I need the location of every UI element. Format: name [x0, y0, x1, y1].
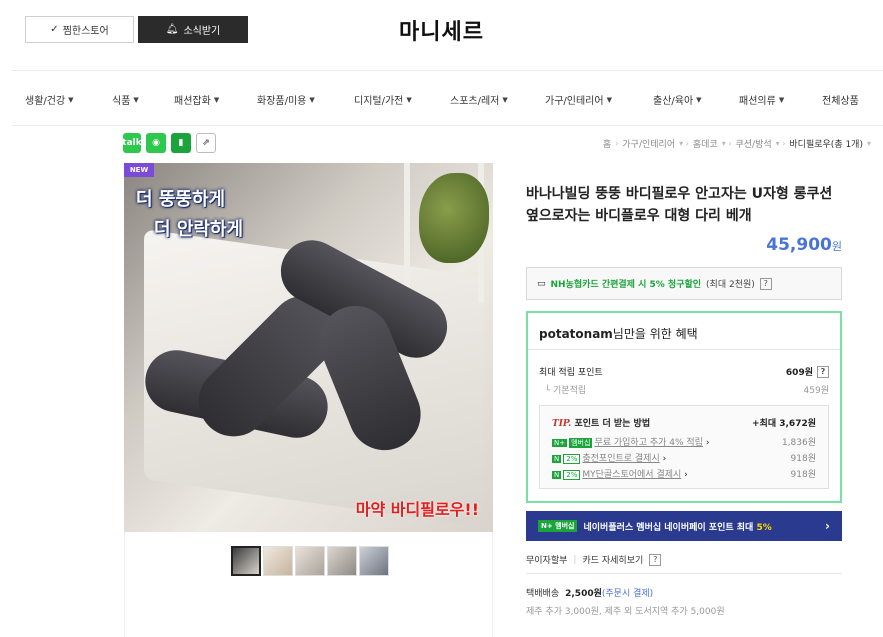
breadcrumb-item[interactable]: 바디필로우(총 1개) — [789, 137, 863, 150]
top-bar: ✓ 찜한스토어 🔔︎ 소식받기 마니세르 — [25, 16, 858, 45]
favorite-store-label: 찜한스토어 — [62, 26, 109, 37]
new-badge: NEW — [124, 163, 154, 177]
naver-plus-banner[interactable]: N+ 멤버십 네이버플러스 멤버십 네이버페이 포인트 최대 5% › — [526, 511, 842, 541]
category-item[interactable]: 전체상품 — [822, 92, 859, 107]
notify-button[interactable]: 🔔︎ 소식받기 — [138, 16, 248, 43]
membership-badge: N+ 멤버십 — [538, 520, 578, 532]
max-point-row: 최대 적립 포인트 609원? — [539, 365, 829, 378]
installment-label: 무이자할부 — [526, 556, 568, 566]
category-nav: 생활/건강 ▼ 식품 ▼ 패션잡화 ▼ 화장품/미용 ▼ 디지털/가전 ▼ 스포츠/레저 ▼… — [12, 70, 883, 126]
thumbnail[interactable] — [295, 546, 325, 576]
ad-text: 더 안락하게 — [154, 219, 244, 240]
category-item[interactable]: 출산/육아 ▼ — [653, 92, 702, 108]
nh-card-discount[interactable]: ▭ NH농협카드 간편결제 시 5% 청구할인 (최대 2천원) ? — [526, 267, 842, 300]
base-point-row: └ 기본적립 459원 — [539, 386, 829, 396]
category-item[interactable]: 디지털/가전 ▼ — [354, 92, 412, 108]
product-main-image[interactable]: NEW 더 뚱뚱하게 더 안락하게 마약 바디필로우!! — [124, 163, 493, 532]
thumbnail[interactable] — [359, 546, 389, 576]
tip-row[interactable]: N 2% 충전포인트로 결제시 › 918원 — [552, 451, 816, 464]
chevron-down-icon: ▼ — [406, 95, 412, 104]
breadcrumb-item[interactable]: 홈데코 — [693, 137, 718, 150]
category-item[interactable]: 패션의류 ▼ — [739, 92, 785, 108]
chevron-down-icon: ▼ — [309, 95, 315, 104]
chevron-down-icon: ▼ — [502, 95, 508, 104]
notify-label: 소식받기 — [183, 26, 221, 37]
category-item[interactable]: 가구/인테리어 ▼ — [545, 92, 612, 108]
help-icon[interactable]: ? — [649, 553, 662, 566]
shipping-extra: 제주 추가 3,000원, 제주 외 도서지역 추가 5,000원 — [526, 607, 725, 617]
thumbnail[interactable] — [327, 546, 357, 576]
favorite-store-button[interactable]: ✓ 찜한스토어 — [25, 16, 134, 43]
talk-icon[interactable]: talk — [122, 133, 142, 153]
benefit-title: potatonam님만을 위한 혜택 — [539, 327, 698, 341]
band-icon[interactable]: ◉ — [146, 133, 166, 153]
chevron-right-icon: › — [825, 519, 830, 533]
npay-text: 네이버플러스 멤버십 네이버페이 포인트 최대 5% — [583, 522, 772, 533]
product-price: 45,900원 — [766, 235, 842, 255]
benefit-box: potatonam님만을 위한 혜택 최대 적립 포인트 609원? └ 기본적… — [526, 311, 842, 503]
breadcrumb-item[interactable]: 홈 — [603, 137, 611, 150]
nh-discount-limit: (최대 2천원) — [706, 280, 755, 290]
plant-graphic — [419, 173, 489, 263]
ad-text: 더 뚱뚱하게 — [136, 189, 226, 210]
chevron-down-icon: ▼ — [696, 95, 702, 104]
card-detail-link[interactable]: 카드 자세히보기 — [582, 553, 643, 566]
product-title: 바나나빌딩 뚱뚱 바디필로우 안고자는 U자형 롱쿠션 옆으로자는 바디플로우 … — [526, 186, 833, 224]
nh-discount-text: NH농협카드 간편결제 시 5% 청구할인 — [550, 280, 702, 290]
category-item[interactable]: 생활/건강 ▼ — [25, 92, 74, 108]
chevron-down-icon: ▼ — [68, 95, 74, 104]
bookmark-icon[interactable]: ▮ — [171, 133, 191, 153]
breadcrumb-item[interactable]: 가구/인테리어 — [622, 137, 675, 150]
card-icon: ▭ — [537, 278, 546, 289]
ad-text: 마약 바디필로우!! — [355, 500, 479, 519]
help-icon[interactable]: ? — [817, 365, 829, 378]
chevron-down-icon: ▼ — [778, 95, 785, 104]
point-tip-box: TIP. 포인트 더 받는 방법 +최대 3,672원 N+ 멤버십 무료 가입하고… — [539, 405, 829, 489]
bell-icon: 🔔︎ — [165, 24, 179, 35]
breadcrumb: 홈 › 가구/인테리어 ▾ › 홈데코 ▾ › 쿠션/방석 ▾ › 바디필로우(총 1개… — [602, 137, 871, 150]
category-item[interactable]: 식품 ▼ — [112, 92, 139, 108]
tip-row[interactable]: N 2% MY단골스토어에서 결제시 › 918원 — [552, 467, 816, 480]
shipping-info: 택배배송 2,500원(주문시 결제) — [526, 589, 654, 599]
breadcrumb-item[interactable]: 쿠션/방석 — [735, 137, 771, 150]
share-icon[interactable]: ⇗ — [196, 133, 216, 153]
chevron-down-icon: ▼ — [606, 95, 612, 104]
tip-header: TIP. 포인트 더 받는 방법 +최대 3,672원 — [552, 419, 816, 429]
category-item[interactable]: 패션잡화 ▼ — [174, 92, 220, 108]
thumbnail[interactable] — [263, 546, 293, 576]
category-item[interactable]: 스포츠/레저 ▼ — [450, 92, 508, 108]
category-item[interactable]: 화장품/미용 ▼ — [257, 92, 315, 108]
check-icon: ✓ — [50, 24, 59, 35]
chevron-down-icon: ▼ — [133, 95, 139, 104]
tip-row[interactable]: N+ 멤버십 무료 가입하고 추가 4% 적립 › 1,836원 — [552, 435, 816, 448]
payment-options: 무이자할부 | 카드 자세히보기 ? — [526, 553, 662, 566]
chevron-down-icon: ▼ — [213, 95, 220, 104]
thumbnail[interactable] — [231, 546, 261, 576]
share-icons: talk ◉ ▮ ⇗ — [122, 133, 216, 153]
thumbnail-strip — [231, 546, 389, 576]
help-icon[interactable]: ? — [759, 277, 772, 290]
